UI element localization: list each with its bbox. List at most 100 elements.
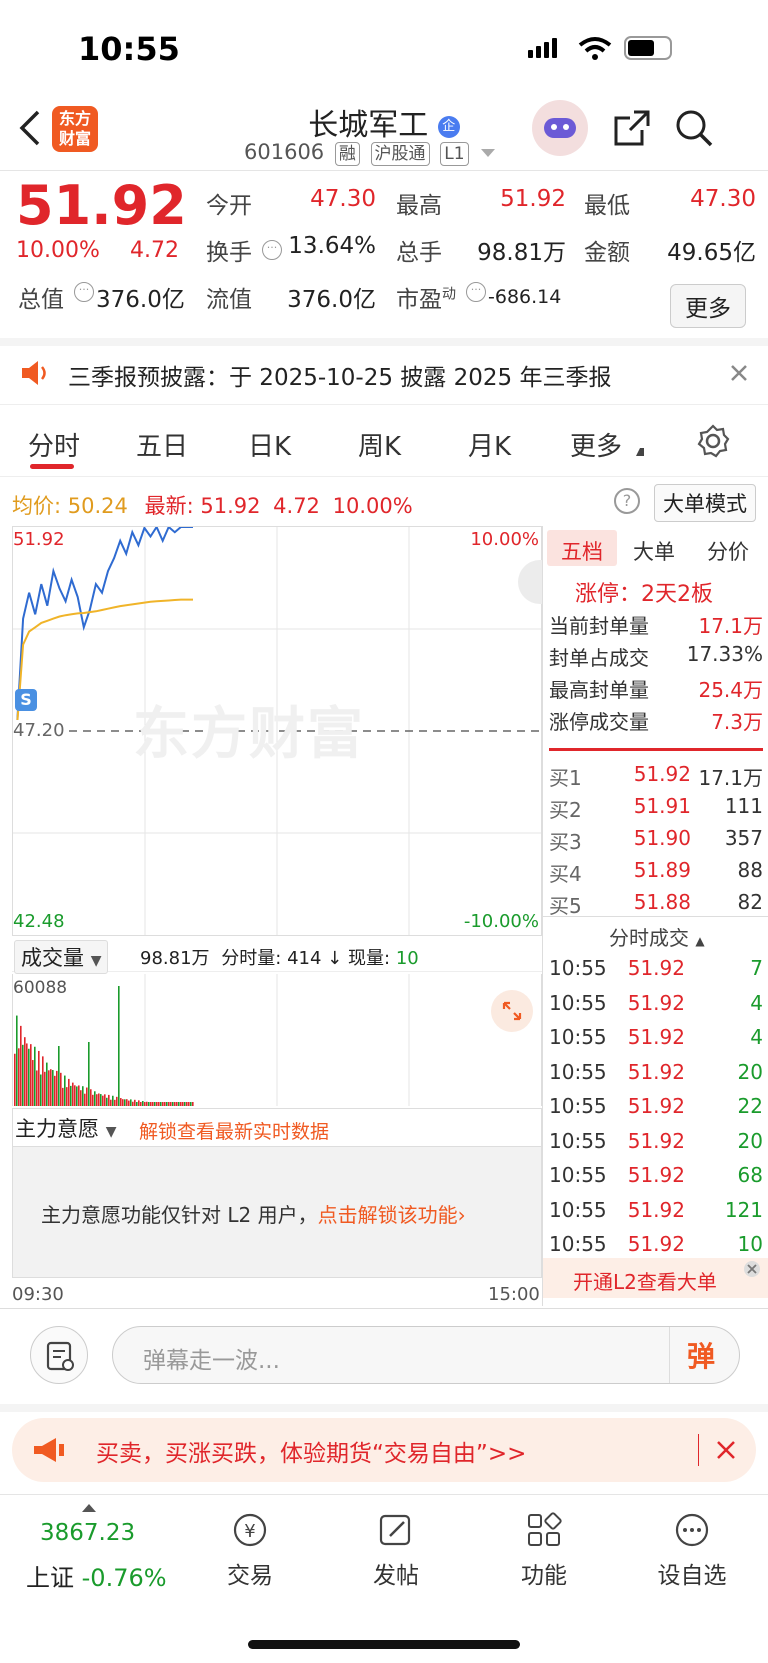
limit-up-info: 涨停：2天2板: [575, 582, 713, 607]
tab-price-dist[interactable]: 分价: [707, 536, 749, 566]
main-force-panel: 主力意愿功能仅针对 L2 用户，点击解锁该功能›: [12, 1146, 542, 1278]
tick-price: 51.92: [627, 1025, 685, 1049]
signal-s-icon[interactable]: S: [15, 689, 37, 711]
tab-big-orders[interactable]: 大单: [633, 536, 675, 566]
volume-bar: [174, 1102, 176, 1106]
time-start: 09:30: [12, 1284, 64, 1305]
tab-5day[interactable]: 五日: [136, 426, 188, 463]
main-force-unlock-link[interactable]: 解锁查看最新实时数据: [139, 1117, 329, 1144]
low-label: 最低: [584, 193, 630, 219]
nav-add-watchlist-label: 设自选: [657, 1563, 727, 1589]
tab-daily[interactable]: 日K: [248, 426, 291, 463]
ad-banner[interactable]: 买卖，买涨买跌，体验期货“交易自由”>>: [12, 1418, 756, 1482]
nav-trade[interactable]: ¥ 交易: [200, 1510, 300, 1590]
close-icon[interactable]: [743, 1260, 761, 1278]
close-icon[interactable]: [716, 1440, 736, 1460]
tick-qty: 4: [750, 1025, 763, 1049]
stat-label: 封单占成交: [549, 646, 649, 670]
tick-price: 51.92: [627, 990, 685, 1015]
tab-more[interactable]: 更多: [570, 426, 622, 463]
limit-stat-row: 当前封单量 17.1万: [543, 610, 768, 640]
nav-functions[interactable]: 功能: [494, 1510, 594, 1590]
tick-qty: 10: [737, 1232, 763, 1256]
index-expand-icon[interactable]: [82, 1504, 96, 1512]
volume-bars: [14, 986, 194, 1106]
ticks-label: 分时成交: [609, 926, 689, 950]
l2-promo-bar[interactable]: 开通L2查看大单: [543, 1258, 768, 1298]
info-dots-icon[interactable]: ···: [74, 282, 94, 302]
main-force-unlock-button[interactable]: 点击解锁该功能: [318, 1203, 458, 1227]
notes-icon[interactable]: [30, 1326, 88, 1384]
volume-chart[interactable]: 60088: [12, 974, 542, 1106]
volume-bar: [166, 1102, 168, 1106]
bid-price: 51.90: [633, 826, 691, 850]
volume-bar: [48, 1070, 50, 1106]
share-icon[interactable]: [612, 108, 652, 148]
nav-trade-label: 交易: [227, 1563, 273, 1589]
tab-weekly[interactable]: 周K: [358, 426, 401, 463]
ticks-header[interactable]: 分时成交 ▲: [609, 922, 705, 951]
high-label: 最高: [396, 193, 442, 219]
tick-time: 10:55: [549, 990, 607, 1015]
nav-add-watchlist[interactable]: 设自选: [642, 1510, 742, 1590]
avg-value: 50.24: [67, 494, 128, 518]
dropdown-icon[interactable]: [481, 149, 496, 157]
stat-label: 最高封单量: [549, 678, 649, 702]
change-pct: 10.00%: [16, 238, 100, 263]
stock-code-row: 601606 融 沪股通 L1: [244, 140, 496, 166]
intraday-chart[interactable]: 东方财富 51.92 10.00% 47.20 42.48 -10.00% S: [12, 526, 542, 936]
tab-intraday[interactable]: 分时: [28, 426, 80, 463]
volume-bar: [28, 1048, 30, 1106]
bid-level: 买5: [549, 894, 582, 918]
nav-functions-label: 功能: [521, 1563, 567, 1589]
bid-qty: 88: [737, 858, 763, 882]
danmaku-button[interactable]: 弹: [687, 1335, 715, 1375]
volume-bar: [190, 1102, 192, 1106]
main-force-select[interactable]: 主力意愿 ▼: [15, 1113, 116, 1143]
index-value[interactable]: 3867.23: [40, 1520, 135, 1546]
volume-bar: [186, 1102, 188, 1106]
help-icon[interactable]: ?: [614, 488, 640, 514]
mcap-label: 总值: [18, 287, 64, 313]
l2-promo-text: 开通L2查看大单: [573, 1270, 717, 1294]
bid-row: 买1 51.92 17.1万: [543, 762, 768, 792]
notice-text[interactable]: 三季报预披露：于 2025-10-25 披露 2025 年三季报: [68, 358, 611, 392]
volume-bar: [60, 1072, 62, 1106]
volume-indicator-select[interactable]: 成交量 ▼: [14, 940, 109, 974]
volume-total: 98.81万: [140, 948, 210, 969]
volume-stats: 98.81万 分时量: 414 ↓ 现量: 10: [140, 948, 419, 969]
main-force-msg: 主力意愿功能仅针对 L2 用户，: [41, 1203, 318, 1227]
latest-label: 最新:: [144, 494, 194, 518]
stat-value: 17.1万: [698, 614, 763, 638]
info-dots-icon[interactable]: ···: [466, 282, 486, 302]
volume-bar: [122, 1099, 124, 1106]
nav-post[interactable]: 发帖: [346, 1510, 446, 1590]
volume-bar: [160, 1102, 162, 1106]
tab-five-levels[interactable]: 五档: [561, 536, 603, 566]
gear-icon[interactable]: [696, 424, 730, 458]
tick-time: 10:55: [549, 956, 607, 980]
expand-icon[interactable]: [491, 990, 533, 1032]
close-icon[interactable]: [730, 364, 748, 382]
main-force-label: 主力意愿: [15, 1117, 99, 1141]
tab-monthly[interactable]: 月K: [468, 426, 511, 463]
volume-bar: [176, 1102, 178, 1106]
info-dots-icon[interactable]: ···: [262, 240, 282, 260]
robot-avatar-icon[interactable]: [532, 100, 588, 156]
tick-price: 51.92: [627, 1232, 685, 1256]
volume-bar: [68, 1078, 70, 1106]
volume-bar: [92, 1094, 94, 1106]
more-button[interactable]: 更多: [670, 284, 746, 328]
chart-top-left: 51.92: [13, 529, 65, 550]
big-order-mode-button[interactable]: 大单模式: [654, 484, 756, 522]
badge-connect: 沪股通: [370, 142, 430, 166]
comment-input[interactable]: 弹幕走一波... 弹: [112, 1326, 740, 1384]
index-summary[interactable]: 上证 -0.76%: [26, 1558, 167, 1593]
latest-change: 4.72: [273, 494, 320, 518]
search-icon[interactable]: [674, 108, 714, 148]
tick-row: 10:55 51.92 68: [543, 1163, 768, 1193]
index-name: 上证: [26, 1564, 74, 1592]
tick-price: 51.92: [627, 956, 685, 980]
volume-max: 60088: [13, 978, 68, 998]
volume-bar: [80, 1090, 82, 1106]
